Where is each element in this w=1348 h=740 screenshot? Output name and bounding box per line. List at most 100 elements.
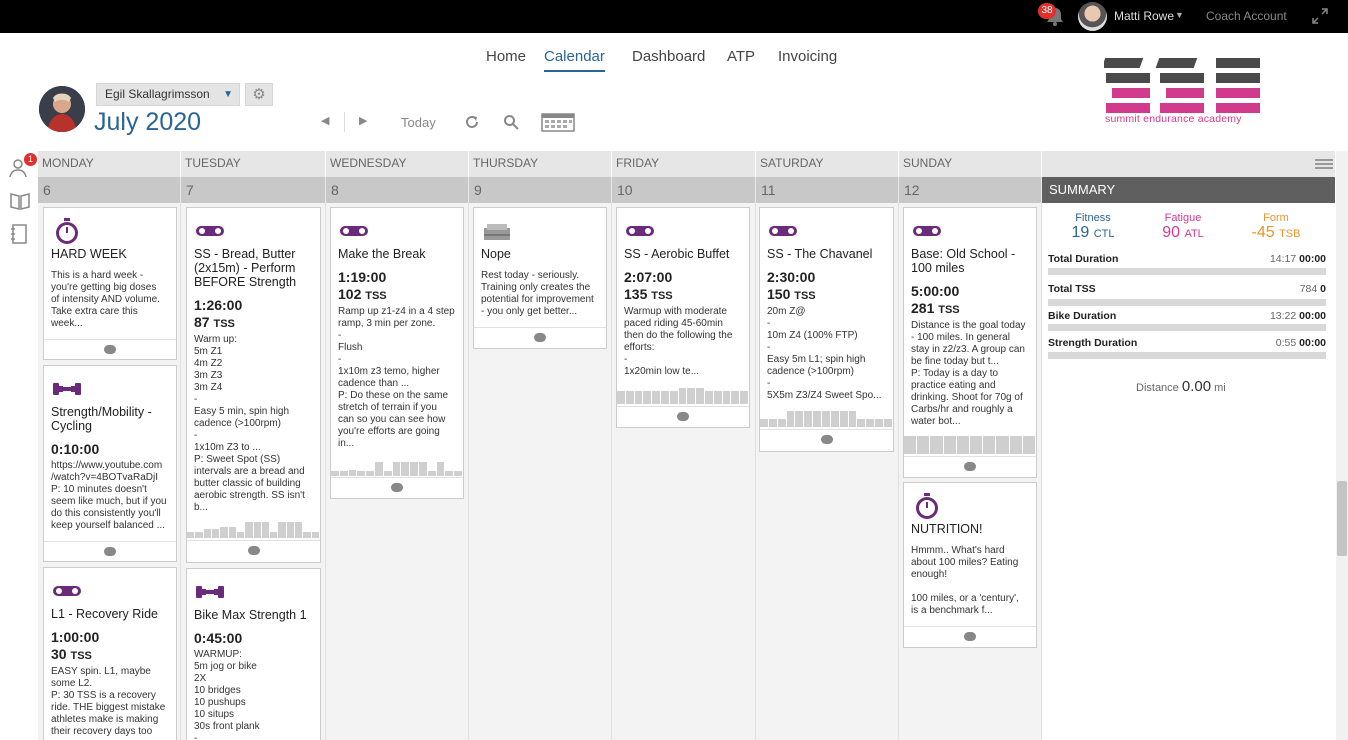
nav-home[interactable]: Home bbox=[486, 48, 526, 70]
scrollbar[interactable] bbox=[1336, 151, 1348, 740]
comments-bar[interactable] bbox=[187, 540, 320, 560]
workout-card[interactable]: SS - Aerobic Buffet 2:07:00 135 TSS Warm… bbox=[616, 207, 750, 428]
comment-icon bbox=[964, 632, 976, 641]
gear-icon[interactable]: ⚙ bbox=[245, 83, 273, 106]
comment-icon bbox=[391, 483, 403, 492]
rail-notification-badge: 1 bbox=[24, 153, 37, 166]
scrollbar-thumb[interactable] bbox=[1337, 481, 1347, 556]
month-title: July 2020 bbox=[94, 108, 202, 136]
menu-icon[interactable] bbox=[1315, 159, 1333, 169]
date-cell[interactable]: 9 bbox=[469, 177, 612, 203]
summary-bar bbox=[1048, 352, 1326, 359]
workout-card[interactable]: Strength/Mobility - Cycling 0:10:00 http… bbox=[43, 365, 177, 562]
bike-icon bbox=[626, 226, 654, 236]
next-arrow-icon[interactable]: ▶ bbox=[359, 114, 367, 127]
workout-card[interactable]: Base: Old School - 100 miles 5:00:00 281… bbox=[903, 207, 1037, 478]
workout-title: SS - Bread, Butter (2x15m) - Perform BEF… bbox=[194, 247, 297, 289]
workout-description: Ramp up z1-z4 in a 4 step ramp, 3 min pe… bbox=[338, 306, 455, 449]
comments-bar[interactable] bbox=[44, 339, 176, 359]
comments-bar[interactable] bbox=[617, 406, 749, 426]
summary-row: Bike Duration 13:22 00:00 bbox=[1048, 310, 1326, 322]
workout-title: Bike Max Strength 1 bbox=[194, 608, 307, 622]
refresh-icon[interactable] bbox=[464, 114, 480, 130]
left-rail bbox=[0, 150, 38, 740]
summary-bar bbox=[1048, 299, 1326, 306]
nav-calendar[interactable]: Calendar bbox=[544, 48, 605, 72]
workout-description: https://www.youtube.com /watch?v=4BOTvaR… bbox=[51, 460, 167, 531]
workout-title: SS - The Chavanel bbox=[767, 247, 873, 261]
today-button[interactable]: Today bbox=[401, 115, 436, 130]
comments-bar[interactable] bbox=[760, 429, 893, 449]
distance-summary: Distance 0.00 mi bbox=[1136, 378, 1226, 395]
workout-duration: 2:30:00 bbox=[767, 269, 816, 285]
workout-title: SS - Aerobic Buffet bbox=[624, 247, 730, 261]
workout-title: Nope bbox=[481, 247, 511, 261]
user-name[interactable]: Matti Rowe bbox=[1114, 9, 1174, 23]
workout-description: Rest today - seriously. Training only cr… bbox=[481, 270, 594, 317]
date-cell[interactable]: 12 bbox=[899, 177, 1042, 203]
nav-dashboard[interactable]: Dashboard bbox=[632, 48, 705, 70]
workout-card[interactable]: Nope Rest today - seriously. Training on… bbox=[473, 207, 607, 349]
comment-icon bbox=[677, 412, 689, 421]
logo-text: summit endurance academy bbox=[1105, 113, 1242, 125]
workout-tss: 281 TSS bbox=[911, 300, 960, 316]
athlete-select[interactable]: Egil Skallagrimsson ▼ bbox=[96, 83, 240, 106]
date-cell[interactable]: 10 bbox=[612, 177, 756, 203]
workout-duration: 5:00:00 bbox=[911, 283, 960, 299]
comments-bar[interactable] bbox=[44, 541, 176, 561]
library-icon[interactable] bbox=[10, 192, 30, 210]
workout-card[interactable]: NUTRITION! Hmmm.. What's hard about 100 … bbox=[903, 482, 1037, 648]
date-cell[interactable]: 7 bbox=[181, 177, 326, 203]
athlete-name: Egil Skallagrimsson bbox=[105, 87, 210, 101]
chevron-down-icon[interactable]: ▼ bbox=[1175, 10, 1184, 20]
comment-icon bbox=[104, 547, 116, 556]
bike-icon bbox=[913, 226, 941, 236]
bike-icon bbox=[53, 586, 81, 596]
stopwatch-icon bbox=[56, 218, 78, 244]
athlete-avatar[interactable] bbox=[39, 86, 85, 132]
date-cell[interactable]: 8 bbox=[326, 177, 469, 203]
user-avatar[interactable] bbox=[1078, 2, 1107, 31]
search-icon[interactable] bbox=[503, 114, 519, 130]
comments-bar[interactable] bbox=[904, 456, 1036, 476]
summary-row: Total Duration 14:17 00:00 bbox=[1048, 253, 1326, 265]
coach-account-link[interactable]: Coach Account bbox=[1206, 9, 1287, 23]
workout-title: HARD WEEK bbox=[51, 247, 127, 261]
expand-icon[interactable] bbox=[1312, 8, 1328, 24]
workout-title: Strength/Mobility - Cycling bbox=[51, 405, 152, 433]
notes-icon[interactable] bbox=[11, 224, 27, 244]
workout-duration: 0:45:00 bbox=[194, 630, 243, 646]
comments-bar[interactable] bbox=[331, 477, 463, 497]
workout-duration: 1:19:00 bbox=[338, 269, 387, 285]
previous-arrow-icon[interactable]: ◀ bbox=[321, 114, 329, 127]
workout-duration: 1:26:00 bbox=[194, 297, 243, 313]
day-header-tuesday: TUESDAY bbox=[181, 151, 326, 177]
workout-duration: 1:00:00 bbox=[51, 629, 100, 645]
workout-title: NUTRITION! bbox=[911, 522, 983, 536]
workout-description: This is a hard week - you're getting big… bbox=[51, 270, 160, 329]
workout-description: EASY spin. L1, maybe some L2. P: 30 TSS … bbox=[51, 666, 166, 737]
comments-bar[interactable] bbox=[904, 626, 1036, 646]
workout-card[interactable]: L1 - Recovery Ride 1:00:00 30 TSS EASY s… bbox=[43, 567, 177, 740]
workout-chart bbox=[331, 460, 463, 476]
bike-icon bbox=[196, 226, 224, 236]
date-cell[interactable]: 6 bbox=[38, 177, 181, 203]
nav-atp[interactable]: ATP bbox=[727, 48, 755, 70]
comment-icon bbox=[534, 333, 546, 342]
nav-invoicing[interactable]: Invoicing bbox=[778, 48, 837, 70]
comment-icon bbox=[247, 546, 260, 555]
calendar-icon[interactable] bbox=[541, 111, 575, 132]
workout-card[interactable]: SS - The Chavanel 2:30:00 150 TSS 20m Z@… bbox=[759, 207, 894, 452]
comments-bar[interactable] bbox=[474, 327, 606, 347]
date-cell[interactable]: 11 bbox=[756, 177, 899, 203]
workout-card[interactable]: Bike Max Strength 1 0:45:00 WARMUP: 5m j… bbox=[186, 568, 321, 740]
workout-card[interactable]: HARD WEEK This is a hard week - you're g… bbox=[43, 207, 177, 360]
comment-icon bbox=[104, 345, 116, 354]
stopwatch-icon bbox=[916, 493, 938, 519]
workout-duration: 2:07:00 bbox=[624, 269, 673, 285]
workout-description: Warm up: 5m Z1 4m Z2 3m Z3 3m Z4 - Easy … bbox=[194, 334, 305, 513]
workout-tss: 135 TSS bbox=[624, 286, 673, 302]
workout-card[interactable]: Make the Break 1:19:00 102 TSS Ramp up z… bbox=[330, 207, 464, 499]
fatigue-metric: Fatigue 90 ATL bbox=[1162, 212, 1204, 241]
workout-card[interactable]: SS - Bread, Butter (2x15m) - Perform BEF… bbox=[186, 207, 321, 563]
